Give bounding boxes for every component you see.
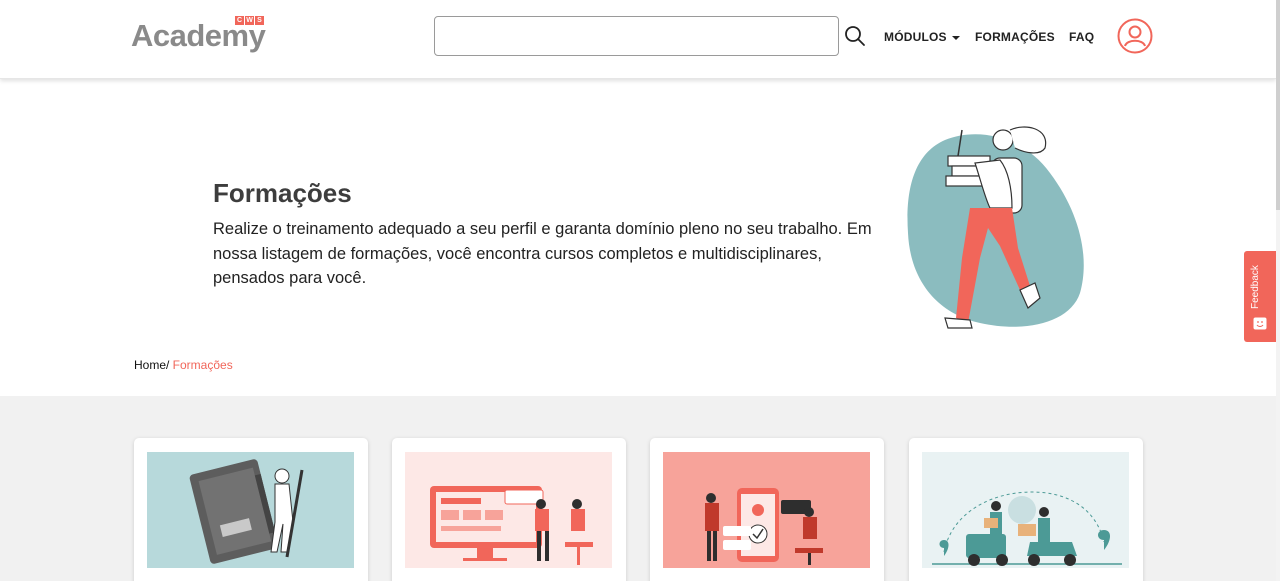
logo-badge-letter: W [245, 16, 254, 25]
course-card[interactable] [909, 438, 1143, 581]
nav-modulos-dropdown[interactable]: MÓDULOS [884, 30, 960, 44]
feedback-tab[interactable]: Feedback [1244, 251, 1276, 342]
course-card[interactable] [392, 438, 626, 581]
site-header: Academy C W S MÓDULOS FORMAÇÕES FAQ [0, 0, 1276, 79]
mobile-app-illustration [663, 452, 870, 568]
search-input[interactable] [434, 16, 839, 56]
feedback-smile-icon [1253, 317, 1267, 330]
caret-down-icon [951, 35, 960, 40]
page-description: Realize o treinamento adequado a seu per… [213, 220, 872, 287]
web-design-illustration [405, 452, 612, 568]
course-card[interactable] [650, 438, 884, 581]
course-card[interactable] [134, 438, 368, 581]
logo-badge-letter: S [255, 16, 264, 25]
search-icon [845, 26, 865, 46]
breadcrumb: Home/ Formações [134, 358, 233, 372]
breadcrumb-home-link[interactable]: Home/ [134, 358, 169, 372]
page-scrollbar[interactable] [1276, 0, 1280, 581]
nav-modulos-label: MÓDULOS [884, 30, 947, 44]
nav-formacoes-link[interactable]: FORMAÇÕES [975, 30, 1055, 44]
academy-logo[interactable]: Academy C W S [131, 16, 271, 56]
delivery-illustration [922, 452, 1129, 568]
page-title: Formações [213, 178, 352, 208]
notebook-illustration [147, 452, 354, 568]
user-account-button[interactable] [1117, 18, 1153, 54]
hero-illustration [900, 118, 1100, 333]
breadcrumb-current: Formações [169, 358, 233, 372]
scrollbar-thumb[interactable] [1276, 0, 1280, 210]
user-icon [1117, 18, 1153, 54]
search-button[interactable] [843, 24, 867, 48]
nav-faq-link[interactable]: FAQ [1069, 30, 1094, 44]
feedback-label: Feedback [1250, 265, 1261, 309]
logo-badge: C W S [235, 16, 264, 25]
logo-badge-letter: C [235, 16, 244, 25]
